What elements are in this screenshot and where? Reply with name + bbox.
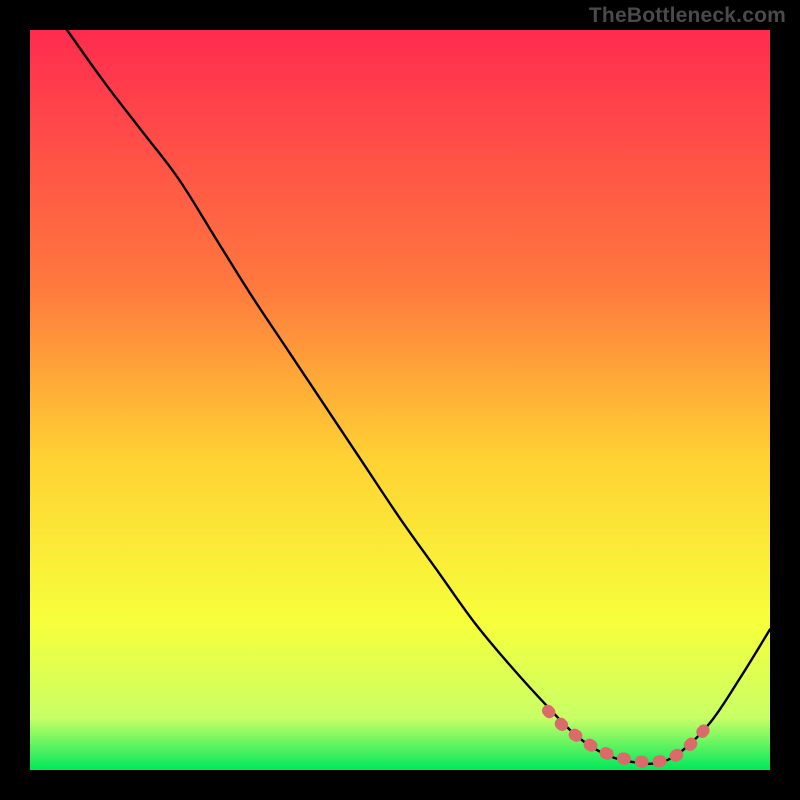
plot-area bbox=[30, 30, 770, 770]
watermark-text: TheBottleneck.com bbox=[589, 4, 786, 28]
bottleneck-chart bbox=[0, 0, 800, 800]
chart-stage: TheBottleneck.com bbox=[0, 0, 800, 800]
